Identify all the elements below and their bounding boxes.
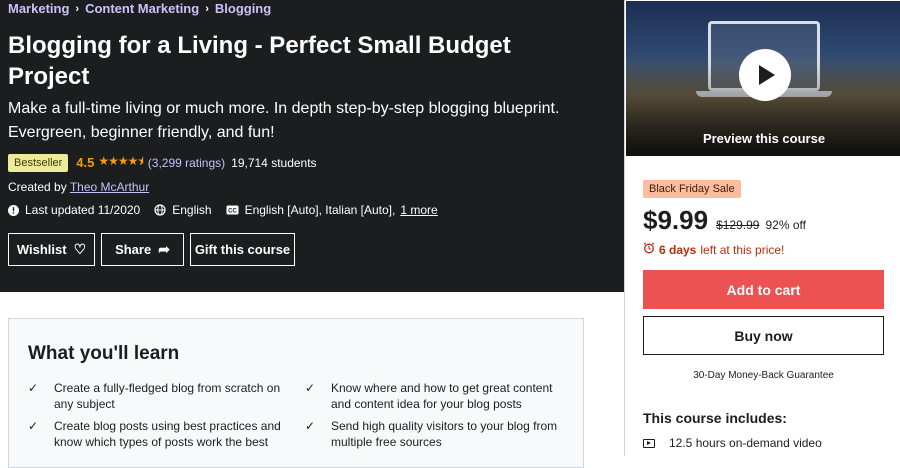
learn-item: ✓ Send high quality visitors to your blo… bbox=[305, 418, 560, 450]
price-row: $9.99 $129.99 92% off bbox=[643, 205, 806, 236]
language: English bbox=[154, 203, 212, 217]
preview-label: Preview this course bbox=[702, 131, 826, 146]
buy-now-button[interactable]: Buy now bbox=[643, 316, 884, 355]
check-icon: ✓ bbox=[28, 419, 39, 433]
course-meta: Last updated 11/2020 English CC English … bbox=[8, 203, 452, 217]
breadcrumb-content-marketing[interactable]: Content Marketing bbox=[85, 1, 199, 16]
include-item-video: 12.5 hours on-demand video bbox=[643, 436, 822, 450]
course-title: Blogging for a Living - Perfect Small Bu… bbox=[8, 32, 511, 90]
wishlist-button[interactable]: Wishlist ♡ bbox=[8, 233, 95, 266]
learn-item-text: Create blog posts using best practices a… bbox=[54, 419, 281, 449]
gift-label: Gift this course bbox=[194, 242, 291, 257]
breadcrumb: Marketing › Content Marketing › Blogging bbox=[8, 1, 271, 16]
sale-countdown: 6 days left at this price! bbox=[643, 242, 784, 257]
discount-percent: 92% off bbox=[765, 218, 806, 232]
learn-item: ✓ Create a fully-fledged blog from scrat… bbox=[28, 380, 283, 412]
course-preview[interactable]: Preview this course bbox=[625, 0, 900, 157]
wishlist-label: Wishlist bbox=[16, 242, 67, 257]
rating-value: 4.5 bbox=[76, 155, 95, 170]
breadcrumb-blogging[interactable]: Blogging bbox=[215, 1, 271, 16]
rating-row: Bestseller 4.5 ★★★★⯨ (3,299 ratings) 19,… bbox=[8, 152, 317, 173]
learn-title: What you'll learn bbox=[28, 343, 180, 364]
includes-title: This course includes: bbox=[643, 410, 787, 426]
globe-icon bbox=[154, 204, 166, 216]
countdown-days: 6 days bbox=[659, 242, 697, 257]
action-buttons: Wishlist ♡ Share ➦ Gift this course bbox=[8, 233, 301, 266]
include-item-text: 12.5 hours on-demand video bbox=[669, 436, 822, 450]
learn-item: ✓ Create blog posts using best practices… bbox=[28, 418, 283, 450]
sale-badge: Black Friday Sale bbox=[643, 180, 741, 198]
chevron-right-icon: › bbox=[75, 2, 80, 15]
purchase-sidebar: Preview this course Black Friday Sale $9… bbox=[624, 0, 900, 456]
learn-item-text: Know where and how to get great content … bbox=[331, 381, 553, 411]
created-by-label: Created by bbox=[8, 180, 67, 194]
captions-more-link[interactable]: 1 more bbox=[400, 203, 437, 217]
closed-captions-icon: CC bbox=[226, 205, 239, 215]
star-rating-icon: ★★★★⯨ bbox=[98, 154, 143, 168]
breadcrumb-marketing[interactable]: Marketing bbox=[8, 1, 69, 16]
check-icon: ✓ bbox=[28, 381, 39, 395]
add-to-cart-button[interactable]: Add to cart bbox=[643, 270, 884, 309]
language-text: English bbox=[172, 203, 212, 217]
current-price: $9.99 bbox=[643, 205, 709, 235]
student-count: 19,714 students bbox=[231, 155, 317, 170]
play-icon bbox=[759, 65, 775, 85]
captions-text: English [Auto], Italian [Auto], bbox=[244, 203, 396, 217]
last-updated-text: Last updated 11/2020 bbox=[25, 203, 141, 217]
original-price: $129.99 bbox=[716, 218, 760, 232]
check-icon: ✓ bbox=[305, 419, 316, 433]
heart-icon: ♡ bbox=[73, 241, 87, 257]
rating-count-link[interactable]: (3,299 ratings) bbox=[148, 156, 225, 170]
alarm-clock-icon bbox=[643, 242, 655, 257]
instructor-link[interactable]: Theo McArthur bbox=[70, 180, 149, 194]
chevron-right-icon: › bbox=[205, 2, 209, 15]
gift-course-button[interactable]: Gift this course bbox=[190, 233, 295, 266]
share-arrow-icon: ➦ bbox=[158, 241, 170, 257]
share-button[interactable]: Share ➦ bbox=[101, 233, 184, 266]
bestseller-badge: Bestseller bbox=[8, 153, 69, 172]
countdown-text: left at this price! bbox=[700, 242, 785, 257]
video-icon bbox=[643, 438, 655, 448]
captions: CC English [Auto], Italian [Auto], 1 mor… bbox=[226, 203, 438, 217]
alert-badge-icon bbox=[8, 204, 19, 216]
svg-text:CC: CC bbox=[228, 209, 237, 215]
money-back-guarantee: 30-Day Money-Back Guarantee bbox=[693, 370, 834, 381]
created-by: Created by Theo McArthur bbox=[8, 180, 149, 194]
learn-item-text: Create a fully-fledged blog from scratch… bbox=[54, 381, 281, 411]
learn-item: ✓ Know where and how to get great conten… bbox=[305, 380, 560, 412]
what-youll-learn-box: What you'll learn ✓ Create a fully-fledg… bbox=[8, 318, 584, 468]
check-icon: ✓ bbox=[305, 381, 316, 395]
last-updated: Last updated 11/2020 bbox=[8, 203, 140, 217]
learn-item-text: Send high quality visitors to your blog … bbox=[331, 419, 558, 449]
course-subtitle: Make a full-time living or much more. In… bbox=[8, 100, 560, 141]
play-button[interactable] bbox=[739, 49, 791, 101]
share-label: Share bbox=[115, 242, 152, 257]
